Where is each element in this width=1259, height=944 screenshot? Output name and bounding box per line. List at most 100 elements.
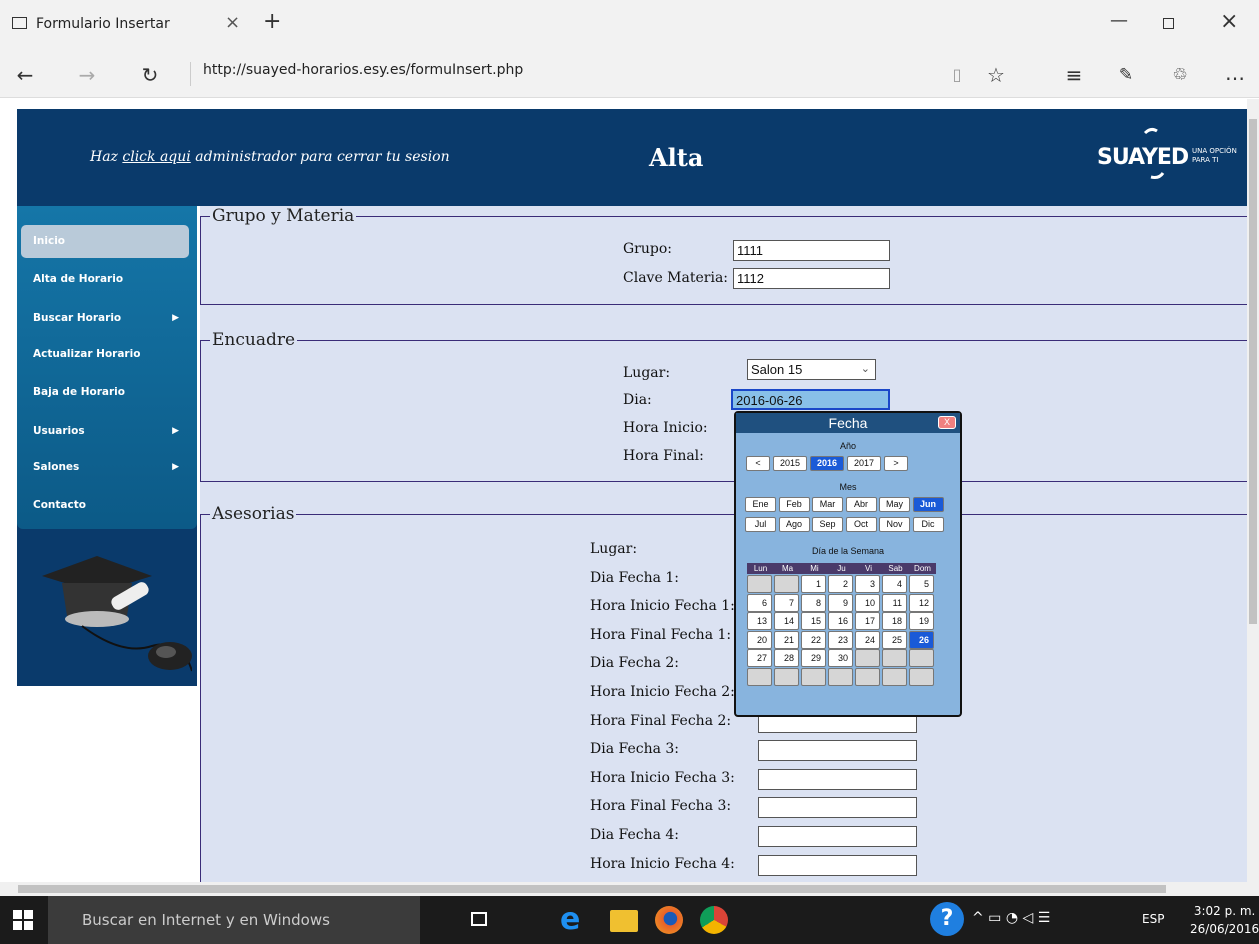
day-cell[interactable]: 25 [882,630,907,649]
asesoria-input[interactable] [758,826,917,847]
grupo-input[interactable]: 1111 [733,240,890,261]
firefox-icon[interactable] [655,906,683,934]
new-tab-icon[interactable]: + [263,9,281,34]
day-cell[interactable]: 28 [774,649,799,667]
day-cell[interactable]: 20 [747,630,772,649]
month-button[interactable]: Mar [812,497,843,512]
day-cell[interactable]: 21 [774,630,799,649]
menu-item-actualizar-horario[interactable]: Actualizar Horario [21,338,189,371]
taskbar-clock[interactable]: 3:02 p. m. 26/06/2016 [1190,902,1259,938]
year-button[interactable]: > [884,456,908,471]
day-cell[interactable]: 18 [882,612,907,630]
month-button[interactable]: Feb [778,497,810,512]
day-cell[interactable]: 10 [855,593,880,612]
logout-link[interactable]: click aqui [122,149,190,165]
day-cell[interactable]: 23 [828,630,853,649]
language-indicator[interactable]: ESP [1142,912,1164,926]
day-cell[interactable]: 7 [774,593,799,612]
restore-icon[interactable] [1163,18,1174,29]
day-cell[interactable]: 16 [828,612,853,630]
windows-start-icon[interactable] [13,910,33,930]
menu-item-usuarios[interactable]: Usuarios ▶ [21,415,189,448]
task-view-icon[interactable] [471,912,487,926]
month-button[interactable]: Sep [812,517,843,532]
hora-inicio-label: Hora Inicio: [623,420,708,436]
clave-materia-input[interactable]: 1112 [733,268,890,289]
month-button[interactable]: May [879,497,910,512]
menu-item-buscar-horario[interactable]: Buscar Horario ▶ [21,302,189,335]
dia-input[interactable]: 2016-06-26 [731,389,890,410]
reading-view-icon[interactable]: ▯ [945,60,969,90]
help-icon[interactable]: ? [930,902,964,936]
day-cell[interactable]: 29 [801,649,826,667]
minimize-icon[interactable]: — [1110,10,1128,31]
day-cell[interactable]: 15 [801,612,826,630]
month-button[interactable]: Jul [745,517,776,532]
day-cell[interactable]: 2 [828,575,853,593]
horizontal-scrollbar[interactable] [0,882,1259,896]
day-cell[interactable]: 4 [882,575,907,593]
day-cell[interactable]: 1 [801,575,826,593]
file-explorer-icon[interactable] [610,910,638,932]
day-cell[interactable]: 5 [909,575,934,593]
logo-tag1: UNA OPCIÓN [1192,147,1237,155]
month-button[interactable]: Ago [778,517,810,532]
day-cell[interactable]: 13 [747,612,772,630]
menu-item-alta-horario[interactable]: Alta de Horario [21,263,189,296]
menu-item-salones[interactable]: Salones ▶ [21,451,189,484]
month-button[interactable]: Dic [912,517,944,532]
year-button[interactable]: 2015 [773,456,807,471]
web-note-icon[interactable]: ✎ [1112,60,1140,90]
edge-icon[interactable]: e [560,902,580,937]
day-cell[interactable]: 22 [801,630,826,649]
month-button[interactable]: Oct [845,517,877,532]
year-button[interactable]: 2016 [810,456,844,471]
menu-item-contacto[interactable]: Contacto [21,489,189,522]
day-cell[interactable]: 24 [855,630,880,649]
day-cell[interactable]: 17 [855,612,880,630]
share-icon[interactable]: ♲ [1166,60,1194,90]
scroll-thumb[interactable] [1249,119,1257,624]
asesoria-label: Hora Inicio Fecha 1: [590,598,735,615]
day-cell[interactable]: 14 [774,612,799,630]
menu-item-inicio[interactable]: Inicio [21,225,189,258]
refresh-icon[interactable]: ↻ [135,60,165,90]
month-button[interactable]: Nov [879,517,910,532]
day-cell[interactable]: 27 [747,649,772,667]
more-icon[interactable]: … [1220,58,1250,88]
day-cell[interactable]: 12 [909,593,934,612]
favorite-star-icon[interactable]: ☆ [982,60,1010,90]
year-button[interactable]: < [746,456,770,471]
vertical-scrollbar[interactable] [1247,99,1259,882]
hub-icon[interactable]: ≡ [1060,60,1088,90]
taskbar-search-input[interactable]: Buscar en Internet y en Windows [48,896,420,944]
month-button[interactable]: Jun [912,497,944,512]
close-icon[interactable]: X [938,416,956,429]
day-cell[interactable]: 6 [747,593,772,612]
close-window-icon[interactable]: × [1220,9,1238,34]
day-cell[interactable]: 9 [828,593,853,612]
month-button[interactable]: Abr [845,497,877,512]
month-button[interactable]: Ene [745,497,776,512]
day-cell[interactable]: 11 [882,593,907,612]
asesoria-input[interactable] [758,797,917,819]
year-button[interactable]: 2017 [847,456,881,471]
asesoria-input[interactable] [758,854,917,876]
menu-item-baja-horario[interactable]: Baja de Horario [21,376,189,409]
day-cell[interactable]: 26 [909,630,934,649]
day-cell[interactable]: 8 [801,593,826,612]
back-icon[interactable]: ← [10,60,40,90]
tab-close-icon[interactable]: × [225,12,240,33]
chevron-down-icon: ⌄ [860,363,870,375]
day-cell[interactable]: 3 [855,575,880,593]
chrome-icon[interactable] [700,906,728,934]
asesoria-input[interactable] [758,740,917,762]
asesoria-input[interactable] [758,768,917,790]
forward-icon[interactable]: → [72,60,102,90]
scroll-thumb[interactable] [18,885,1166,893]
lugar-select[interactable]: Salon 15 ⌄ [747,359,876,380]
address-bar[interactable]: http://suayed-horarios.esy.es/formuInser… [203,62,523,78]
day-cell[interactable]: 30 [828,649,853,667]
day-cell[interactable]: 19 [909,612,934,630]
browser-tab[interactable]: Formulario Insertar × [0,0,245,50]
